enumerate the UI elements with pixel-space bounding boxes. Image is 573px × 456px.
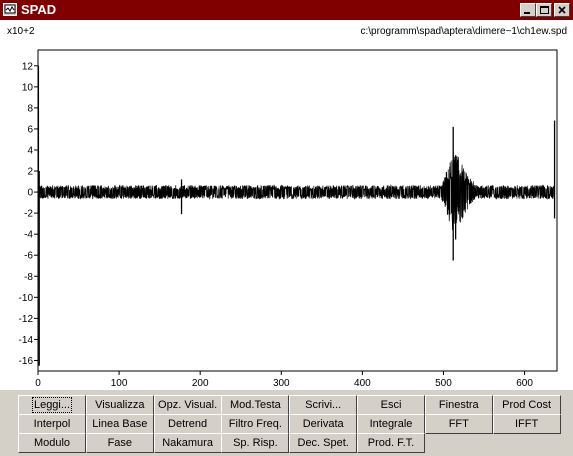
fft-button[interactable]: FFT xyxy=(424,414,493,434)
mod-testa-button[interactable]: Mod.Testa xyxy=(221,395,290,415)
button-label: Filtro Freq. xyxy=(228,418,282,430)
maximize-button[interactable] xyxy=(536,3,552,17)
button-label: Visualizza xyxy=(95,399,145,411)
seismogram-chart: 121086420-2-4-6-8-10-12-14-160 100 200 300 4… xyxy=(19,49,558,389)
button-label: Scrivi... xyxy=(305,399,342,411)
prod-f-t-button[interactable]: Prod. F.T. xyxy=(357,433,425,453)
y-tick-label: 0 xyxy=(27,188,33,199)
button-label: IFFT xyxy=(514,418,539,430)
button-label: Opz. Visual. xyxy=(158,399,218,411)
y-tick-label: 6 xyxy=(27,124,33,135)
x-tick-label: 600 xyxy=(516,378,533,389)
nakamura-button[interactable]: Nakamura xyxy=(153,433,222,453)
close-icon xyxy=(558,6,566,14)
x-tick-label: 200 xyxy=(192,378,209,389)
plot-frame xyxy=(37,49,558,372)
button-label: Mod.Testa xyxy=(230,399,281,411)
button-label: Modulo xyxy=(33,437,71,449)
button-label: Prod. F.T. xyxy=(367,437,415,449)
y-tick-label: 12 xyxy=(22,61,34,72)
y-tick-label: -8 xyxy=(24,272,33,283)
close-button[interactable] xyxy=(554,3,570,17)
button-label: FFT xyxy=(448,418,469,430)
y-tick-label: -12 xyxy=(19,314,34,325)
prod-cost-button[interactable]: Prod Cost xyxy=(492,395,561,415)
x-tick-label: 100 xyxy=(111,378,128,389)
x-tick-label: 400 xyxy=(354,378,371,389)
filtro-freq-button[interactable]: Filtro Freq. xyxy=(221,414,290,434)
button-label: Esci xyxy=(380,399,402,411)
title-bar: SPAD xyxy=(0,0,573,20)
derivata-button[interactable]: Derivata xyxy=(289,414,358,434)
window-title: SPAD xyxy=(21,2,57,17)
button-label: Linea Base xyxy=(92,418,148,430)
finestra-button[interactable]: Finestra xyxy=(424,395,493,415)
y-tick-label: 2 xyxy=(27,167,33,178)
scrivi-button[interactable]: Scrivi... xyxy=(289,395,358,415)
x-tick-label: 500 xyxy=(435,378,452,389)
esci-button[interactable]: Esci xyxy=(357,395,425,415)
button-label: Integrale xyxy=(369,418,413,430)
button-label: Interpol xyxy=(33,418,71,430)
plot-area[interactable]: x10+2 c:\programm\spad\aptera\dimere~1\c… xyxy=(0,20,573,390)
minimize-icon xyxy=(524,12,530,14)
x-tick-label: 0 xyxy=(35,378,41,389)
integrale-button[interactable]: Integrale xyxy=(357,414,425,434)
button-label: Fase xyxy=(107,437,133,449)
button-label: Leggi... xyxy=(31,397,73,413)
y-tick-label: -4 xyxy=(24,230,33,241)
minimize-button[interactable] xyxy=(520,3,536,17)
visualizza-button[interactable]: Visualizza xyxy=(85,395,154,415)
y-tick-label: -10 xyxy=(19,293,34,304)
interpol-button[interactable]: Interpol xyxy=(18,414,86,434)
y-tick-label: -2 xyxy=(24,209,33,220)
dec-spet-button[interactable]: Dec. Spet. xyxy=(289,433,358,453)
y-tick-label: 8 xyxy=(27,103,33,114)
ifft-button[interactable]: IFFT xyxy=(492,414,561,434)
fase-button[interactable]: Fase xyxy=(85,433,154,453)
x-tick-label: 300 xyxy=(273,378,290,389)
detrend-button[interactable]: Detrend xyxy=(153,414,222,434)
button-label: Nakamura xyxy=(162,437,213,449)
button-label: Prod Cost xyxy=(502,399,552,411)
maximize-icon xyxy=(540,6,549,14)
y-tick-label: -6 xyxy=(24,251,33,262)
opz-visual-button[interactable]: Opz. Visual. xyxy=(153,395,222,415)
sp-risp-button[interactable]: Sp. Risp. xyxy=(221,433,290,453)
button-label: Dec. Spet. xyxy=(297,437,349,449)
button-label: Detrend xyxy=(168,418,208,430)
button-label: Finestra xyxy=(438,399,479,411)
modulo-button[interactable]: Modulo xyxy=(18,433,86,453)
button-label: Sp. Risp. xyxy=(233,437,278,449)
y-tick-label: 10 xyxy=(22,82,34,93)
app-window-icon[interactable] xyxy=(3,3,17,16)
button-label: Derivata xyxy=(302,418,344,430)
y-tick-label: 4 xyxy=(27,145,33,156)
linea-base-button[interactable]: Linea Base xyxy=(85,414,154,434)
y-tick-label: -14 xyxy=(19,335,34,346)
leggi-button[interactable]: Leggi... xyxy=(18,395,86,415)
y-tick-label: -16 xyxy=(19,356,34,367)
